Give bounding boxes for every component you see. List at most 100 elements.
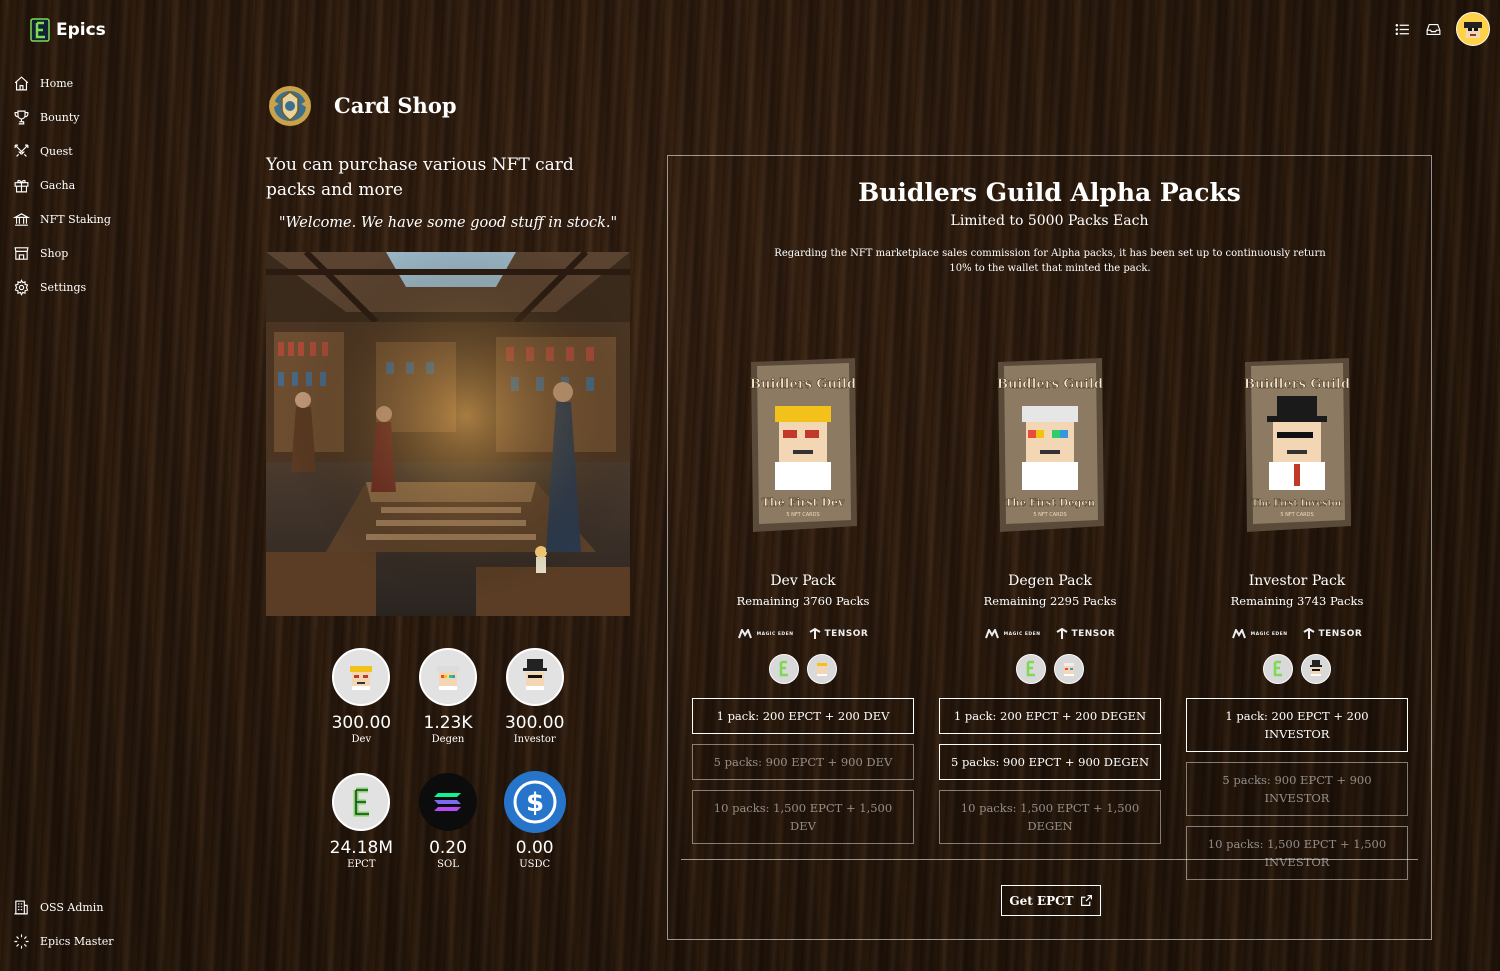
- get-epct-label: Get EPCT: [1009, 893, 1074, 908]
- dev-token-icon: [332, 648, 391, 706]
- tensor-label: TENSOR: [1071, 629, 1116, 639]
- buy-5-packs-button[interactable]: 5 packs: 900 EPCT + 900 INVESTOR: [1186, 762, 1408, 816]
- external-link-icon: [1080, 895, 1092, 906]
- balance-label: Degen: [431, 734, 465, 745]
- epct-token-icon: [332, 773, 391, 831]
- sparkle-icon: [14, 933, 29, 949]
- app-name: Epics: [56, 20, 106, 40]
- balance-value: 0.00: [515, 838, 554, 858]
- shop-illustration: [266, 252, 630, 616]
- magic-eden-link[interactable]: MAGIC EDEN: [984, 629, 1041, 639]
- pack-card-investor: Buidlers Guild The First Investor 5 NFT …: [1186, 356, 1408, 880]
- tensor-icon: [1303, 628, 1315, 639]
- tensor-label: TENSOR: [1318, 629, 1363, 639]
- list-icon[interactable]: [1394, 21, 1411, 38]
- sidebar-item-nft-staking[interactable]: NFT Staking: [13, 202, 111, 236]
- buy-5-packs-button[interactable]: 5 packs: 900 EPCT + 900 DEGEN: [939, 744, 1161, 780]
- sidebar-item-epics-master[interactable]: Epics Master: [13, 924, 114, 958]
- magic-eden-link[interactable]: MAGIC EDEN: [737, 629, 794, 639]
- degen-token-icon: [419, 648, 477, 706]
- gear-icon: [14, 278, 29, 296]
- pack-art-title: Buidlers Guild: [1244, 377, 1350, 392]
- pack-token-icons: [769, 654, 837, 684]
- pack-art-name: The First Degen: [1005, 498, 1096, 509]
- balance-degen: 1.23K Degen: [405, 648, 492, 745]
- investor-token-icon: [1301, 654, 1331, 684]
- buy-5-packs-button[interactable]: 5 packs: 900 EPCT + 900 DEV: [692, 744, 914, 780]
- sidebar-item-oss-admin[interactable]: OSS Admin: [13, 890, 114, 924]
- get-epct-button[interactable]: Get EPCT: [1001, 885, 1101, 916]
- trophy-icon: [14, 110, 29, 124]
- balance-usdc: $ 0.00 USDC: [491, 771, 578, 870]
- pack-token-icons: [1263, 654, 1331, 684]
- page-header: Card Shop: [266, 82, 457, 128]
- buy-10-packs-button[interactable]: 10 packs: 1,500 EPCT + 1,500 INVESTOR: [1186, 826, 1408, 880]
- sidebar-nav: Home Bounty Quest Gacha NFT Staking Shop…: [13, 66, 111, 304]
- pack-card-dev: Buidlers Guild The First Dev 5 NFT CARDS…: [692, 356, 914, 880]
- magic-eden-label: MAGIC EDEN: [756, 631, 794, 637]
- buy-1-pack-button[interactable]: 1 pack: 200 EPCT + 200 INVESTOR: [1186, 698, 1408, 752]
- sidebar-item-quest[interactable]: Quest: [13, 134, 111, 168]
- sidebar-item-bounty[interactable]: Bounty: [13, 100, 111, 134]
- pack-art-count: 5 NFT CARDS: [1280, 512, 1313, 518]
- pack-list: Buidlers Guild The First Dev 5 NFT CARDS…: [692, 356, 1408, 880]
- avatar[interactable]: [1456, 12, 1490, 46]
- purchase-options: 1 pack: 200 EPCT + 200 DEV 5 packs: 900 …: [692, 698, 914, 844]
- store-icon: [14, 246, 29, 260]
- balance-label: EPCT: [347, 859, 376, 870]
- top-bar: [1394, 12, 1490, 46]
- buy-10-packs-button[interactable]: 10 packs: 1,500 EPCT + 1,500 DEGEN: [939, 790, 1161, 844]
- pack-art-name: The First Dev: [762, 496, 845, 509]
- svg-text:$: $: [526, 788, 544, 818]
- magic-eden-link[interactable]: MAGIC EDEN: [1231, 629, 1288, 639]
- balance-label: Dev: [351, 734, 372, 745]
- sidebar-item-gacha[interactable]: Gacha: [13, 168, 111, 202]
- wallet-balances: 300.00 Dev 1.23K Degen 300.00 Investor 2…: [318, 648, 578, 870]
- investor-pack-image[interactable]: Buidlers Guild The First Investor 5 NFT …: [1237, 356, 1357, 534]
- pack-card-degen: Buidlers Guild The First Degen 5 NFT CAR…: [939, 356, 1161, 880]
- inbox-icon[interactable]: [1425, 21, 1442, 38]
- epct-token-icon: [1263, 654, 1293, 684]
- dev-token-icon: [807, 654, 837, 684]
- intro-text: You can purchase various NFT card packs …: [266, 155, 574, 200]
- purchase-options: 1 pack: 200 EPCT + 200 DEGEN 5 packs: 90…: [939, 698, 1161, 844]
- pack-remaining: Remaining 3743 Packs: [1230, 594, 1364, 608]
- panel-subtitle: Limited to 5000 Packs Each: [950, 213, 1149, 229]
- epics-logo-icon: [30, 18, 50, 42]
- sidebar-item-settings[interactable]: Settings: [13, 270, 111, 304]
- magic-eden-icon: [984, 629, 999, 639]
- balance-dev: 300.00 Dev: [318, 648, 405, 745]
- gift-icon: [14, 179, 29, 192]
- buy-1-pack-button[interactable]: 1 pack: 200 EPCT + 200 DEGEN: [939, 698, 1161, 734]
- sidebar-item-shop[interactable]: Shop: [13, 236, 111, 270]
- balance-sol: 0.20 SOL: [405, 773, 492, 870]
- pack-art-title: Buidlers Guild: [997, 377, 1103, 392]
- balance-value: 300.00: [504, 713, 565, 733]
- tensor-link[interactable]: TENSOR: [809, 628, 868, 640]
- buy-10-packs-button[interactable]: 10 packs: 1,500 EPCT + 1,500 DEV: [692, 790, 914, 844]
- pack-remaining: Remaining 3760 Packs: [736, 594, 870, 608]
- building-icon: [14, 900, 28, 914]
- buy-1-pack-button[interactable]: 1 pack: 200 EPCT + 200 DEV: [692, 698, 914, 734]
- tensor-link[interactable]: TENSOR: [1303, 628, 1362, 640]
- marketplace-links: MAGIC EDEN TENSOR: [1231, 628, 1363, 640]
- usdc-token-icon: $: [503, 771, 566, 833]
- alpha-packs-panel: Buidlers Guild Alpha Packs Limited to 50…: [667, 155, 1432, 940]
- dev-pack-image[interactable]: Buidlers Guild The First Dev 5 NFT CARDS: [743, 356, 863, 534]
- home-icon: [14, 75, 29, 90]
- sol-token-icon: [419, 773, 477, 831]
- crossed-swords-icon: [14, 144, 29, 157]
- app-logo[interactable]: Epics: [30, 18, 106, 42]
- panel-divider: [681, 859, 1418, 860]
- pack-name: Dev Pack: [770, 573, 836, 589]
- pack-token-icons: [1016, 654, 1084, 684]
- bank-icon: [13, 212, 30, 226]
- purchase-options: 1 pack: 200 EPCT + 200 INVESTOR 5 packs:…: [1186, 698, 1408, 880]
- tensor-link[interactable]: TENSOR: [1056, 628, 1115, 640]
- magic-eden-label: MAGIC EDEN: [1003, 631, 1041, 637]
- marketplace-links: MAGIC EDEN TENSOR: [984, 628, 1116, 640]
- degen-token-icon: [1054, 654, 1084, 684]
- degen-pack-image[interactable]: Buidlers Guild The First Degen 5 NFT CAR…: [990, 356, 1110, 534]
- sidebar-item-home[interactable]: Home: [13, 66, 111, 100]
- pack-art-name: The First Investor: [1252, 499, 1343, 509]
